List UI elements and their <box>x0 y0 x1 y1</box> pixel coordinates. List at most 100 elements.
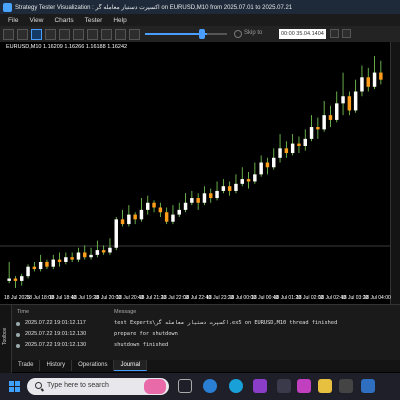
candle-body <box>164 212 169 222</box>
bar-chart-button[interactable] <box>17 28 28 40</box>
search-highlight-icon <box>144 379 166 394</box>
candle-body <box>278 148 282 158</box>
store-icon[interactable] <box>277 379 291 393</box>
play-button[interactable] <box>3 28 14 40</box>
task-view-icon[interactable] <box>178 379 192 393</box>
candle <box>108 238 112 255</box>
candle-body <box>347 96 352 111</box>
info-icon <box>16 333 20 337</box>
metatrader-icon[interactable] <box>361 379 375 393</box>
candle-body <box>272 157 276 168</box>
candle-body <box>234 183 238 191</box>
candle <box>234 174 238 194</box>
line-chart-button[interactable] <box>45 28 56 40</box>
log-message: test Experts\اکسپرت دستیار معامله گر.ex5… <box>114 320 338 326</box>
column-time[interactable]: Time <box>17 309 29 315</box>
tab-trade[interactable]: Trade <box>12 360 41 371</box>
candle-body <box>108 247 112 253</box>
candle-body <box>45 261 49 267</box>
candlestick-chart-button[interactable] <box>31 28 42 40</box>
menu-bar: File View Charts Tester Help <box>0 14 400 26</box>
search-icon <box>35 382 42 389</box>
log-message: shutdown finished <box>114 342 169 348</box>
skip-to-input[interactable] <box>279 29 326 39</box>
windows-start-icon[interactable] <box>9 381 20 392</box>
toolbox-tabs: Trade History Operations Journal <box>12 360 400 372</box>
candle <box>309 115 314 142</box>
price-chart[interactable]: EURUSD,M10 1.16209 1.16266 1.16188 1.162… <box>0 42 390 304</box>
menu-view[interactable]: View <box>29 17 43 24</box>
candle-body <box>215 190 219 199</box>
candle-body <box>316 127 320 130</box>
candle <box>284 141 289 158</box>
autoscroll-button[interactable] <box>101 28 112 40</box>
period-button[interactable] <box>115 28 126 40</box>
settings-icon[interactable] <box>342 29 351 38</box>
tab-operations[interactable]: Operations <box>72 360 115 371</box>
column-message[interactable]: Message <box>114 309 136 315</box>
journal-header: Time Message <box>12 309 400 318</box>
candle-body <box>51 259 55 267</box>
zoom-out-button[interactable] <box>73 28 84 40</box>
taskbar-search-box[interactable]: Type here to search <box>27 378 169 395</box>
candle <box>64 252 68 265</box>
candle <box>32 261 37 272</box>
menu-file[interactable]: File <box>8 17 18 24</box>
candle <box>146 195 150 215</box>
candle-body <box>171 214 175 222</box>
file-explorer-icon[interactable] <box>318 379 332 393</box>
terminal-icon[interactable] <box>339 379 353 393</box>
candle-body <box>152 202 156 208</box>
candle-body <box>253 174 257 182</box>
toolbox-sidebar: Toolbox <box>0 305 12 373</box>
candle <box>221 179 226 194</box>
log-time: 2025.07.22 19:01:12.117 <box>25 320 86 326</box>
zoom-in-button[interactable] <box>59 28 70 40</box>
candle <box>89 247 93 260</box>
candle <box>57 252 62 267</box>
menu-help[interactable]: Help <box>113 17 126 24</box>
candle-body <box>101 250 106 253</box>
candle-body <box>190 198 194 203</box>
candle <box>253 162 257 184</box>
skip-to-icon[interactable] <box>234 30 242 38</box>
candle-body <box>322 115 326 130</box>
speed-slider-rest <box>207 33 227 35</box>
metatrader-app-icon <box>3 2 12 12</box>
edge-icon[interactable] <box>203 379 217 393</box>
tab-history[interactable]: History <box>40 360 73 371</box>
candle <box>133 212 137 225</box>
log-row[interactable]: 2025.07.22 19:01:12.117 test Experts\اکس… <box>12 320 400 329</box>
candle-body <box>259 162 263 175</box>
candle-body <box>221 186 226 191</box>
pause-button[interactable] <box>129 28 140 40</box>
info-icon <box>16 322 20 326</box>
grid-button[interactable] <box>87 28 98 40</box>
candle <box>372 56 377 90</box>
candle <box>70 252 74 262</box>
candle-body <box>57 259 62 262</box>
candle <box>127 205 131 227</box>
candle-body <box>290 143 295 154</box>
visual-studio-icon[interactable] <box>253 379 267 393</box>
browser-icon[interactable] <box>229 379 243 393</box>
candle-body <box>284 148 289 154</box>
candle-body <box>360 77 364 92</box>
menu-tester[interactable]: Tester <box>85 17 103 24</box>
candle <box>95 240 100 258</box>
window-title: Strategy Tester Visualization : اکسپرت د… <box>15 4 293 11</box>
log-row[interactable]: 2025.07.22 19:01:12.130 shutdown finishe… <box>12 342 400 351</box>
toolbox-panel: Toolbox Time Message 2025.07.22 19:01:12… <box>0 304 400 373</box>
candle-body <box>209 193 213 199</box>
candle <box>328 105 333 128</box>
tab-journal[interactable]: Journal <box>114 360 148 371</box>
price-scale[interactable] <box>390 42 400 304</box>
log-row[interactable]: 2025.07.22 19:01:12.130 prepare for shut… <box>12 331 400 340</box>
candle-body <box>7 278 11 281</box>
log-time: 2025.07.22 19:01:12.130 <box>25 331 87 337</box>
app-icon[interactable] <box>297 379 311 393</box>
speed-slider-track[interactable] <box>145 33 207 35</box>
menu-charts[interactable]: Charts <box>54 17 73 24</box>
speed-slider-thumb[interactable] <box>199 29 205 39</box>
skip-go-button[interactable] <box>330 29 339 38</box>
